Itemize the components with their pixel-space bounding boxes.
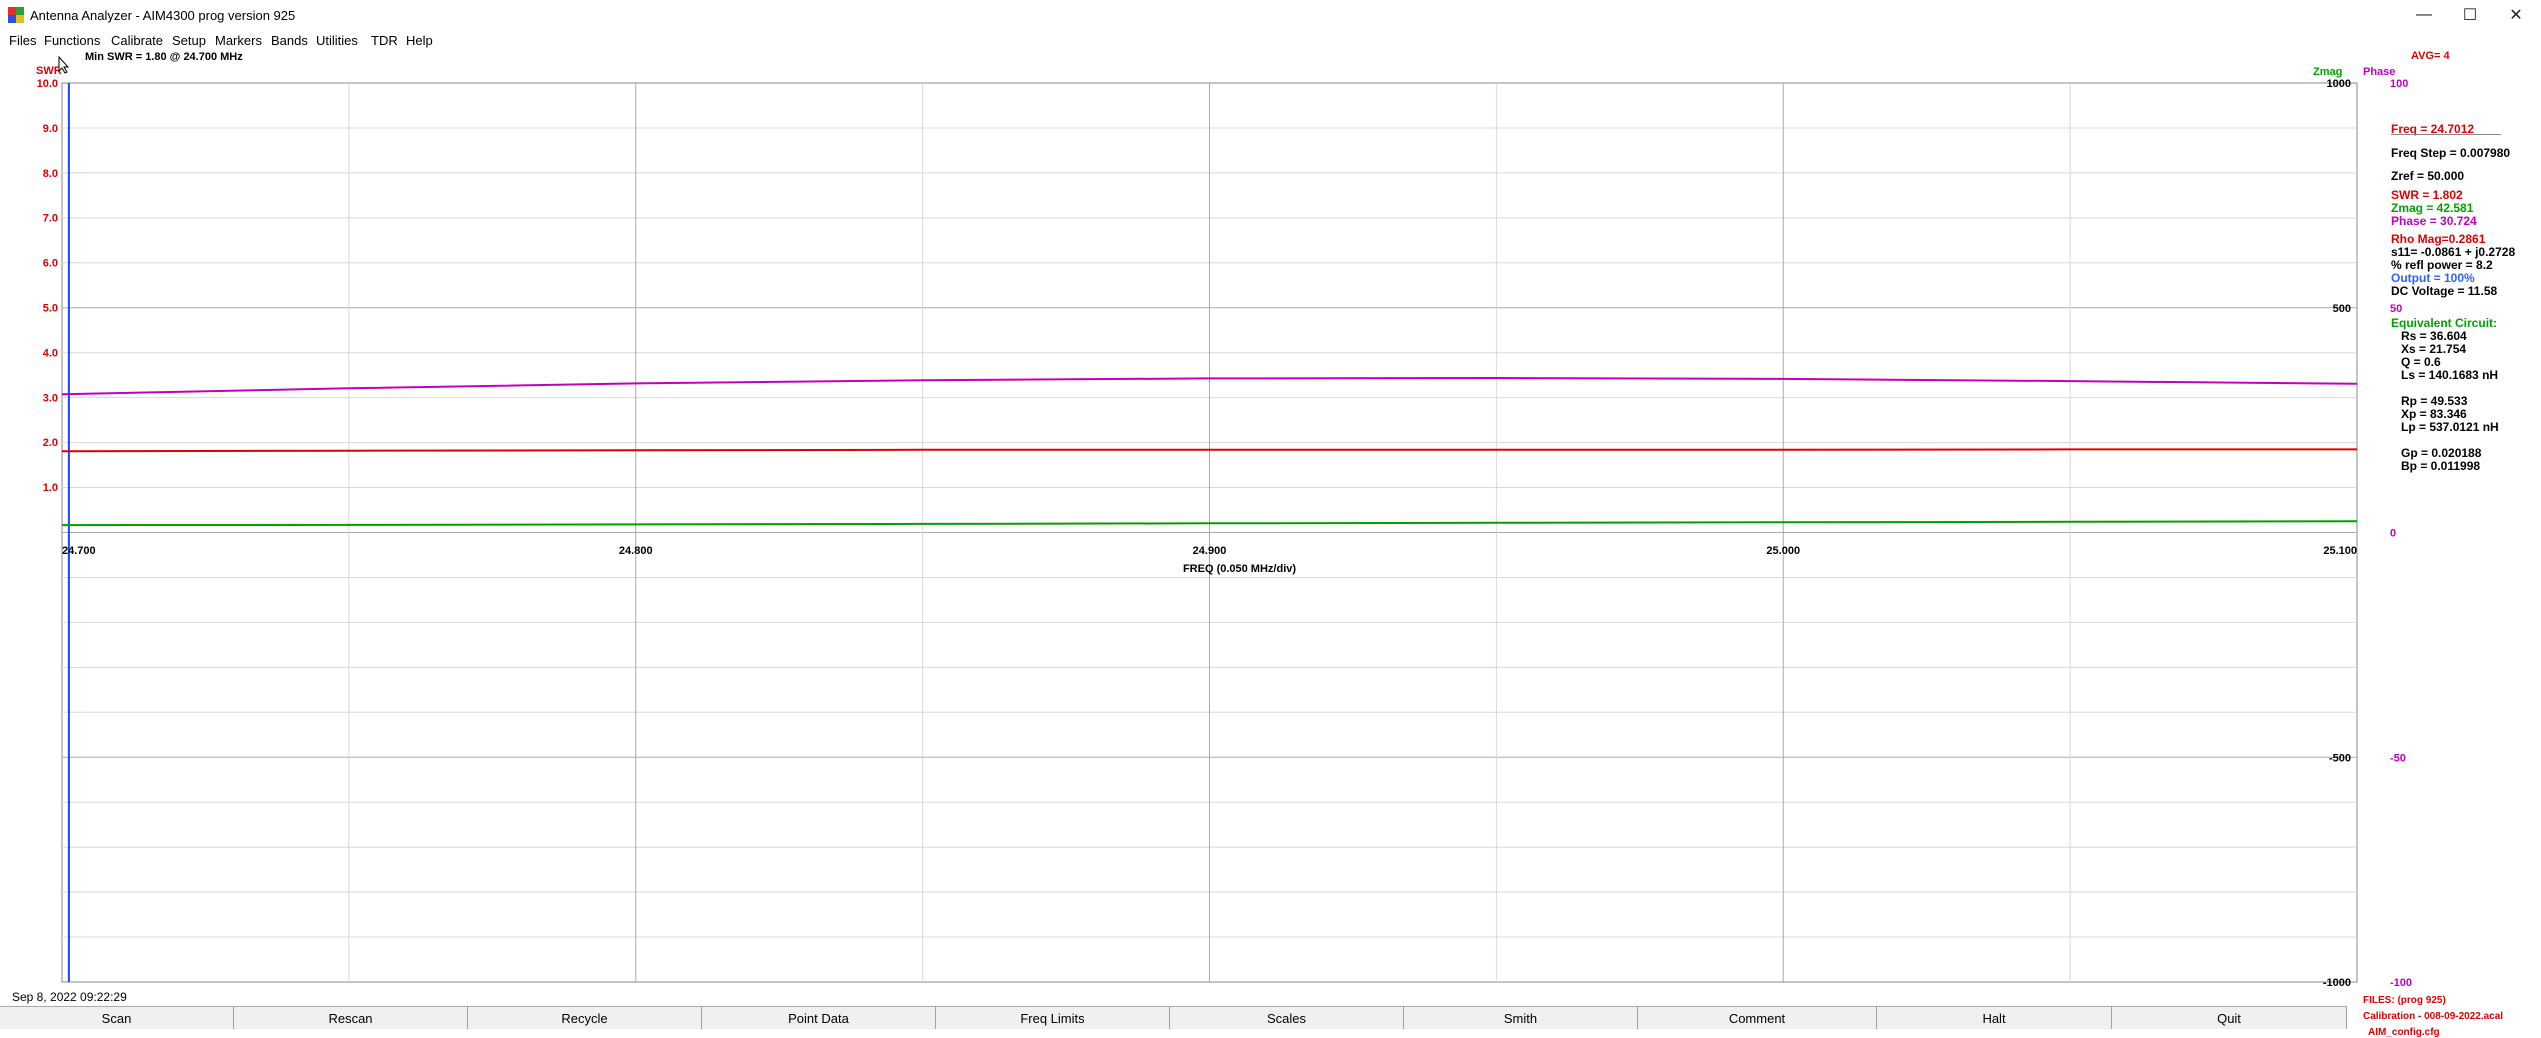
readout-dc: DC Voltage = 11.58 [2391, 284, 2498, 298]
x-axis-label: FREQ (0.050 MHz/div) [1183, 563, 1296, 575]
window-title: Antenna Analyzer - AIM4300 prog version … [30, 8, 296, 23]
readout-phase: Phase = 30.724 [2391, 214, 2477, 228]
readout-freq-step: Freq Step = 0.007980 [2391, 146, 2511, 160]
close-button[interactable]: ✕ [2493, 0, 2539, 30]
phase-tick-label: -50 [2390, 752, 2406, 764]
phase-tick-label: -100 [2390, 977, 2412, 989]
title-bar: Antenna Analyzer - AIM4300 prog version … [0, 0, 2541, 30]
readout-q: Q = 0.6 [2401, 355, 2441, 369]
readout-rs: Rs = 36.604 [2401, 329, 2467, 343]
readout-gp: Gp = 0.020188 [2401, 446, 2482, 460]
phase-tick-label: 0 [2390, 528, 2396, 540]
rescan-button[interactable]: Rescan [234, 1006, 468, 1029]
mouse-cursor-icon [58, 56, 70, 74]
phase-tick-label: 50 [2390, 303, 2402, 315]
smith-button[interactable]: Smith [1404, 1006, 1638, 1029]
swr-tick-label: 3.0 [43, 392, 58, 404]
zmag-tick-label: 1000 [2327, 78, 2351, 90]
readout-xs: Xs = 21.754 [2401, 342, 2467, 356]
readout-lp: Lp = 537.0121 nH [2401, 420, 2499, 434]
comment-button[interactable]: Comment [1638, 1006, 1877, 1029]
readout-equiv-title: Equivalent Circuit: [2391, 316, 2498, 330]
zmag-tick-label: -500 [2329, 752, 2351, 764]
swr-tick-label: 10.0 [37, 78, 58, 90]
min-swr-label: Min SWR = 1.80 @ 24.700 MHz [85, 51, 243, 63]
readout-xp: Xp = 83.346 [2401, 407, 2467, 421]
freq-tick-label: 24.800 [619, 545, 653, 557]
readout-swr: SWR = 1.802 [2391, 188, 2463, 202]
maximize-button[interactable]: ☐ [2447, 0, 2493, 30]
swr-tick-label: 4.0 [43, 347, 58, 359]
files-line3: AIM_config.cfg [2368, 1027, 2440, 1038]
halt-button[interactable]: Halt [1877, 1006, 2112, 1029]
readout-rho: Rho Mag=0.2861 [2391, 232, 2486, 246]
readout-s11: s11= -0.0861 + j0.2728 [2391, 245, 2516, 259]
phase-axis-label: Phase [2363, 66, 2396, 78]
readout-refl: % refl power = 8.2 [2391, 258, 2493, 272]
swr-tick-label: 5.0 [43, 303, 58, 315]
files-line1: FILES: (prog 925) [2363, 995, 2446, 1006]
swr-tick-label: 2.0 [43, 437, 58, 449]
minimize-button[interactable]: — [2401, 0, 2447, 30]
readout-zref: Zref = 50.000 [2391, 169, 2465, 183]
app-icon [8, 7, 24, 23]
phase-tick-label: 100 [2390, 78, 2408, 90]
menu-calibrate[interactable]: Calibrate [111, 33, 163, 48]
menu-files[interactable]: Files [9, 33, 36, 48]
freq-tick-label: 25.000 [1766, 545, 1800, 557]
quit-button[interactable]: Quit [2112, 1006, 2347, 1029]
zmag-axis-label: Zmag [2313, 66, 2343, 78]
scales-button[interactable]: Scales [1170, 1006, 1404, 1029]
swr-tick-label: 1.0 [43, 482, 58, 494]
freq-tick-label: 25.100 [2323, 545, 2357, 557]
curves: 10.09.08.07.06.05.04.03.02.01.01000500-5… [37, 78, 2412, 989]
readout-output: Output = 100% [2391, 271, 2475, 285]
plot-area[interactable]: 10.09.08.07.06.05.04.03.02.01.01000500-5… [0, 50, 2541, 1005]
zmag-tick-label: 500 [2333, 303, 2351, 315]
menu-functions[interactable]: Functions [44, 33, 100, 48]
swr-tick-label: 8.0 [43, 168, 58, 180]
menu-help[interactable]: Help [406, 33, 433, 48]
grid [61, 82, 2358, 983]
swr-tick-label: 9.0 [43, 123, 58, 135]
readout-rp: Rp = 49.533 [2401, 394, 2468, 408]
menu-utilities[interactable]: Utilities [316, 33, 358, 48]
menu-bar: Files Functions Calibrate Setup Markers … [0, 30, 2541, 50]
swr-tick-label: 6.0 [43, 258, 58, 270]
menu-tdr[interactable]: TDR [371, 33, 398, 48]
zmag-tick-label: -1000 [2323, 977, 2351, 989]
readout-zmag: Zmag = 42.581 [2391, 201, 2474, 215]
readout-bp: Bp = 0.011998 [2401, 459, 2481, 473]
avg-label: AVG= 4 [2411, 50, 2450, 62]
readout-ls: Ls = 140.1683 nH [2401, 368, 2499, 382]
menu-setup[interactable]: Setup [172, 33, 206, 48]
files-line2: Calibration - 008-09-2022.acal [2363, 1011, 2504, 1022]
datetime-label: Sep 8, 2022 09:22:29 [12, 990, 127, 1004]
swr-tick-label: 7.0 [43, 213, 58, 225]
menu-markers[interactable]: Markers [215, 33, 262, 48]
freq-limits-button[interactable]: Freq Limits [936, 1006, 1170, 1029]
freq-tick-label: 24.700 [62, 545, 96, 557]
recycle-button[interactable]: Recycle [468, 1006, 702, 1029]
scan-button[interactable]: Scan [0, 1006, 234, 1029]
menu-bands[interactable]: Bands [271, 33, 308, 48]
readout-divider [2391, 134, 2501, 135]
point-data-button[interactable]: Point Data [702, 1006, 936, 1029]
freq-tick-label: 24.900 [1193, 545, 1227, 557]
